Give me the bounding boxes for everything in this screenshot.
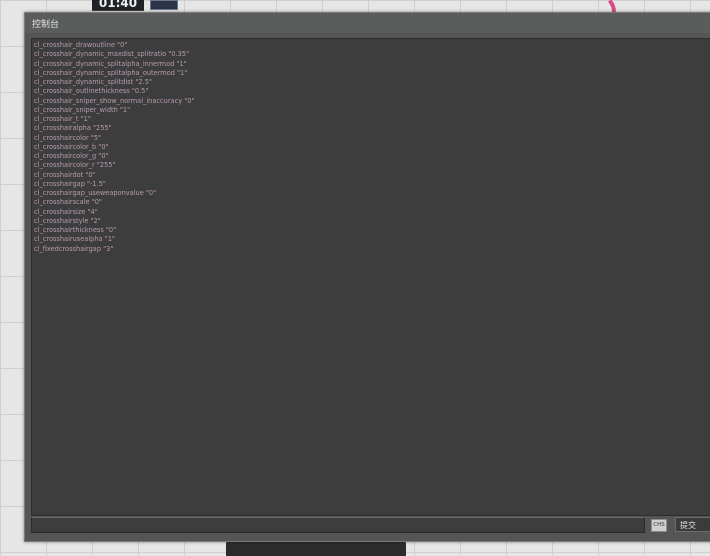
console-log-line: cl_crosshairusealpha "1"	[34, 235, 115, 244]
console-log-panel[interactable]: cl_crosshair_drawoutline "0" cl_crosshair…	[31, 38, 710, 516]
console-log-line: cl_crosshair_sniper_width "1"	[34, 105, 131, 114]
console-log-line: cl_crosshair_drawoutline "0"	[34, 41, 128, 49]
console-log-line: cl_crosshairgap "-1.5"	[34, 179, 106, 188]
console-log-line: cl_crosshaircolor_g "0"	[34, 152, 109, 160]
ime-indicator: CHS	[651, 519, 667, 532]
hud-weapon-icon	[150, 0, 178, 10]
console-log-line: cl_crosshair_dynamic_splitdist "2.5"	[34, 78, 152, 86]
console-log-line: cl_crosshair_dynamic_splitalpha_innermod…	[34, 59, 187, 68]
console-input-bar: CHS 提交	[31, 515, 710, 533]
console-log-line: cl_crosshair_t "1"	[34, 115, 91, 123]
console-log-line: cl_crosshair_outlinethickness "0.5"	[34, 87, 149, 96]
console-log-line: cl_crosshair_sniper_show_normal_inaccura…	[34, 96, 195, 105]
console-log-line: cl_crosshairsize "4"	[34, 207, 98, 216]
console-log-line: cl_crosshaircolor "5"	[34, 133, 102, 142]
console-log-lines: cl_crosshair_drawoutline "0" cl_crosshair…	[34, 41, 194, 254]
console-log-line: cl_crosshair_dynamic_splitalpha_outermod…	[34, 68, 188, 77]
command-input[interactable]	[31, 517, 645, 533]
console-log-line: cl_crosshaircolor_r "255"	[34, 161, 116, 170]
console-log-line: cl_fixedcrosshairgap "3"	[34, 244, 114, 253]
console-window: 控制台 cl_crosshair_drawoutline "0" cl_cross…	[24, 12, 710, 542]
hud-round-timer: 01:40	[92, 0, 144, 11]
console-title: 控制台	[32, 20, 60, 30]
console-log-line: cl_crosshairscale "0"	[34, 198, 102, 207]
console-log-line: cl_crosshairthickness "0"	[34, 226, 117, 234]
console-log-line: cl_crosshairgap_useweaponvalue "0"	[34, 189, 157, 197]
console-title-bar[interactable]: 控制台	[25, 13, 710, 33]
console-log-line: cl_crosshaircolor_b "0"	[34, 142, 109, 151]
console-log-line: cl_crosshair_dynamic_maxdist_splitratio …	[34, 50, 190, 59]
console-log-line: cl_crosshairstyle "2"	[34, 216, 101, 225]
console-log-line: cl_crosshairdot "0"	[34, 170, 96, 179]
submit-button[interactable]: 提交	[675, 517, 710, 532]
console-log-line: cl_crosshairalpha "255"	[34, 124, 112, 133]
